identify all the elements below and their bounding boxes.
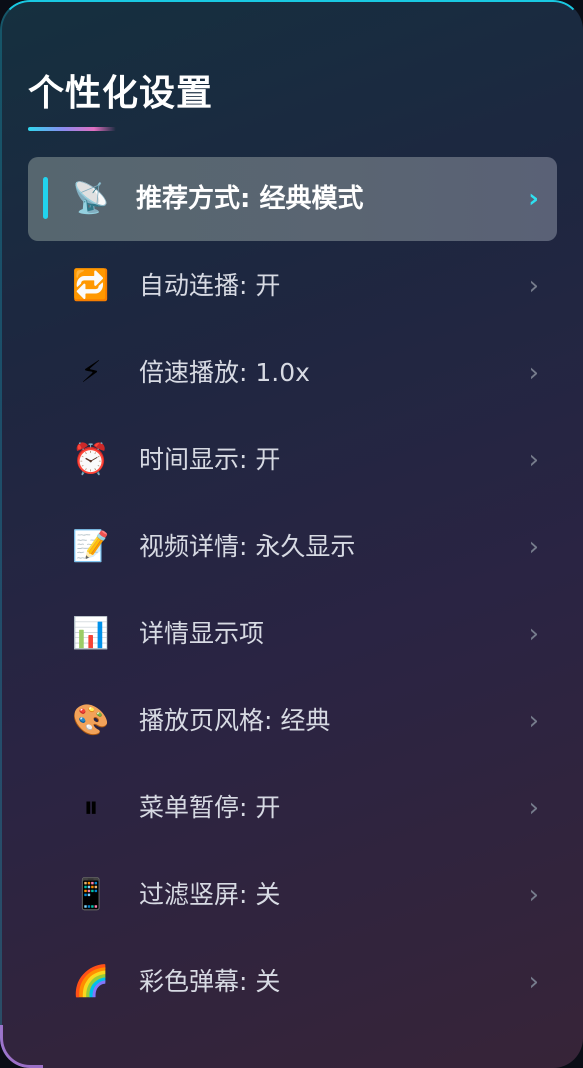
- menu-item-time-display[interactable]: ⏰ 时间显示: 开 ›: [28, 418, 557, 502]
- page-title: 个性化设置: [28, 73, 214, 114]
- chevron-right-icon: ›: [528, 184, 539, 214]
- chevron-right-icon: ›: [528, 445, 539, 475]
- active-indicator: [43, 177, 48, 219]
- menu-item-label: 播放页风格: 经典: [139, 706, 331, 735]
- palette-icon: 🎨: [72, 703, 110, 738]
- chevron-right-icon: ›: [528, 793, 539, 823]
- menu-item-video-details[interactable]: 📝 视频详情: 永久显示 ›: [28, 505, 557, 589]
- bar-chart-icon: 📊: [72, 616, 110, 651]
- menu-item-menu-pause[interactable]: ⏸ 菜单暂停: 开 ›: [28, 766, 557, 850]
- memo-icon: 📝: [72, 529, 110, 564]
- menu-item-color-danmaku[interactable]: 🌈 彩色弹幕: 关 ›: [28, 940, 557, 1024]
- menu-item-player-style[interactable]: 🎨 播放页风格: 经典 ›: [28, 679, 557, 763]
- chevron-right-icon: ›: [528, 271, 539, 301]
- pause-icon: ⏸: [83, 790, 99, 825]
- menu-item-recommend-mode[interactable]: 📡 推荐方式: 经典模式 ›: [28, 157, 557, 241]
- satellite-dish-icon: 📡: [72, 181, 110, 216]
- chevron-right-icon: ›: [528, 706, 539, 736]
- chevron-right-icon: ›: [528, 880, 539, 910]
- mobile-phone-icon: 📱: [72, 877, 110, 912]
- menu-item-label: 详情显示项: [139, 619, 265, 648]
- menu-item-filter-vertical[interactable]: 📱 过滤竖屏: 关 ›: [28, 853, 557, 937]
- alarm-clock-icon: ⏰: [72, 442, 110, 477]
- menu-item-label: 视频详情: 永久显示: [139, 532, 356, 561]
- menu-item-label: 推荐方式: 经典模式: [136, 184, 364, 214]
- repeat-icon: 🔁: [72, 268, 110, 303]
- settings-panel: 个性化设置 📡 推荐方式: 经典模式 › 🔁 自动连播: 开 › ⚡ 倍速播放:…: [0, 0, 583, 1068]
- chevron-right-icon: ›: [528, 619, 539, 649]
- menu-item-label: 自动连播: 开: [139, 271, 281, 300]
- menu-item-label: 彩色弹幕: 关: [139, 967, 281, 996]
- menu-item-label: 过滤竖屏: 关: [139, 880, 281, 909]
- settings-menu: 📡 推荐方式: 经典模式 › 🔁 自动连播: 开 › ⚡ 倍速播放: 1.0x …: [28, 157, 557, 1027]
- menu-item-detail-fields[interactable]: 📊 详情显示项 ›: [28, 592, 557, 676]
- menu-item-autoplay[interactable]: 🔁 自动连播: 开 ›: [28, 244, 557, 328]
- chevron-right-icon: ›: [528, 967, 539, 997]
- title-underline: [28, 127, 116, 131]
- menu-item-playback-speed[interactable]: ⚡ 倍速播放: 1.0x ›: [28, 331, 557, 415]
- chevron-right-icon: ›: [528, 358, 539, 388]
- menu-item-label: 菜单暂停: 开: [139, 793, 281, 822]
- lightning-icon: ⚡: [80, 355, 102, 390]
- rainbow-icon: 🌈: [72, 964, 110, 999]
- menu-item-label: 时间显示: 开: [139, 445, 281, 474]
- menu-item-label: 倍速播放: 1.0x: [139, 358, 310, 387]
- chevron-right-icon: ›: [528, 532, 539, 562]
